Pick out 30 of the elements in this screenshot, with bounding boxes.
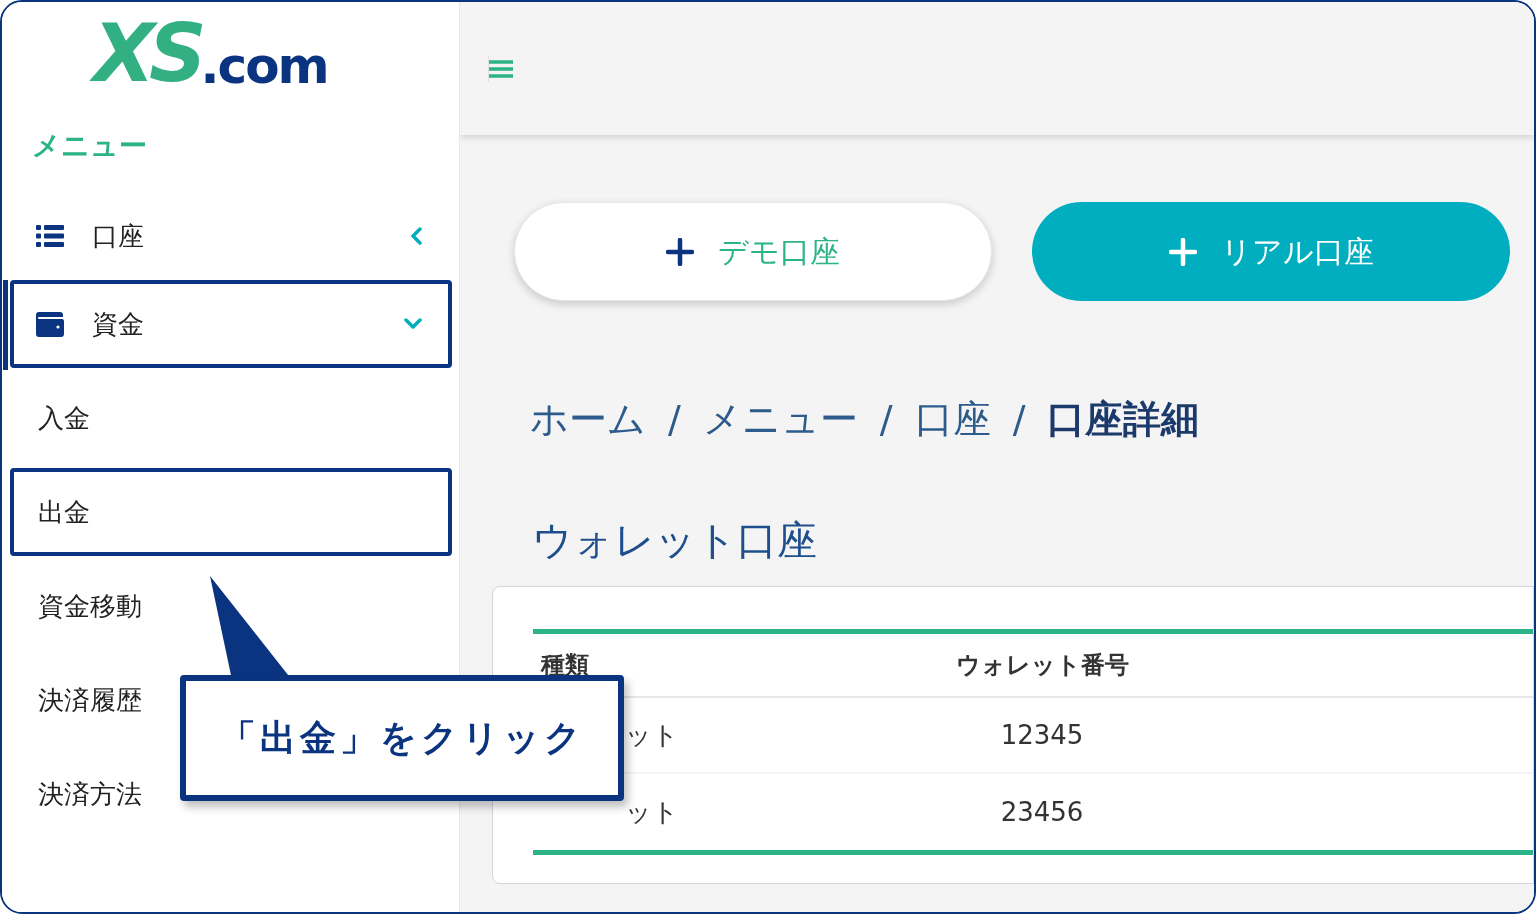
table-cell: ット bbox=[625, 796, 679, 827]
submenu-item[interactable]: 入金 bbox=[38, 398, 90, 438]
submenu-item[interactable]: 決済方法 bbox=[38, 774, 142, 814]
list-icon bbox=[36, 225, 64, 247]
breadcrumb-link[interactable]: ホーム bbox=[530, 391, 646, 448]
callout-text: 「出金」をクリック bbox=[219, 716, 585, 760]
breadcrumb-separator: / bbox=[1012, 396, 1026, 443]
plus-icon bbox=[666, 237, 694, 266]
breadcrumb-link[interactable]: メニュー bbox=[702, 391, 858, 448]
table-cell: ット bbox=[625, 719, 679, 750]
chevron-down-icon bbox=[404, 318, 422, 330]
breadcrumb-current: 口座詳細 bbox=[1047, 396, 1200, 443]
submenu-item[interactable]: 資金移動 bbox=[38, 586, 142, 626]
table-cell-text: 12345 bbox=[999, 718, 1085, 752]
table-cell-text: 23456 bbox=[999, 795, 1085, 829]
section-title: ウォレット口座 bbox=[532, 516, 817, 565]
sidebar-item[interactable]: 口座 bbox=[10, 192, 452, 280]
menu-icon[interactable] bbox=[488, 55, 514, 82]
sidebar-item[interactable]: 資金 bbox=[10, 280, 452, 368]
wallet-icon bbox=[36, 311, 64, 337]
chevron-left-icon bbox=[410, 227, 422, 245]
breadcrumb-link[interactable]: 口座 bbox=[914, 391, 991, 448]
logo[interactable]: XS.com bbox=[2, 2, 459, 94]
breadcrumb-separator: / bbox=[668, 396, 681, 443]
menu-heading: メニュー bbox=[32, 128, 147, 164]
breadcrumb-separator: / bbox=[879, 396, 893, 443]
submenu-item[interactable]: 出金 bbox=[10, 468, 452, 556]
plus-icon bbox=[1168, 237, 1197, 266]
submenu-item[interactable]: 決済履歴 bbox=[38, 680, 142, 720]
column-header: ウォレット番号 bbox=[954, 650, 1130, 681]
